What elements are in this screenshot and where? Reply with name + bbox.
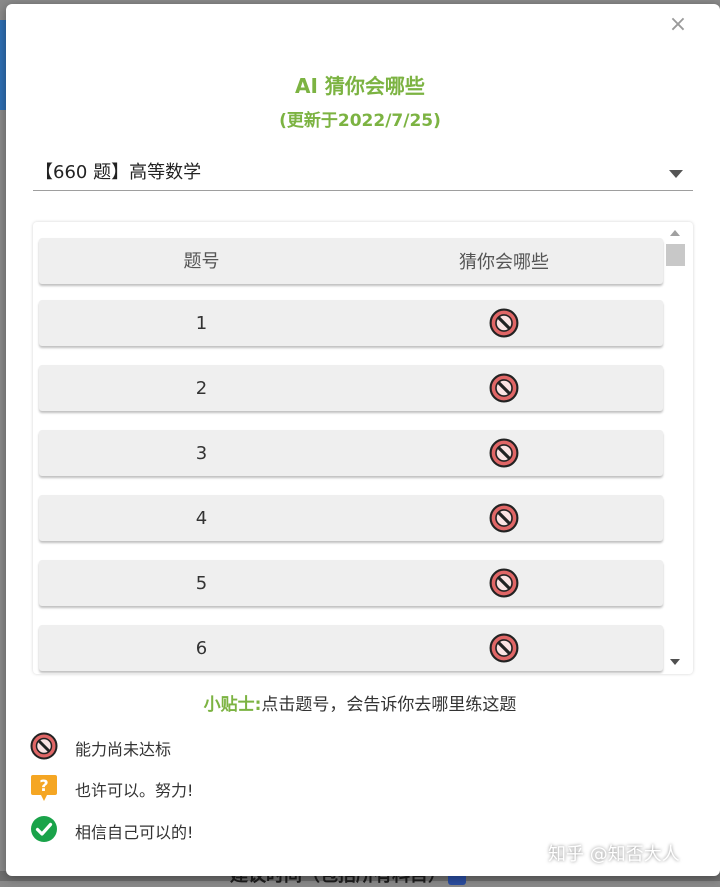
prohibited-icon xyxy=(364,300,644,346)
table-row[interactable]: 4 xyxy=(39,495,663,541)
question-number[interactable]: 1 xyxy=(39,300,364,346)
dialog-subtitle: (更新于2022/7/25) xyxy=(279,111,441,131)
table-row[interactable]: 1 xyxy=(39,300,663,346)
dialog-title: AI 猜你会哪些 xyxy=(295,74,425,98)
subject-select[interactable]: 【660 题】高等数学 xyxy=(33,150,693,191)
check-icon xyxy=(30,815,58,843)
question-number[interactable]: 4 xyxy=(39,495,364,541)
scroll-up-arrow-icon[interactable] xyxy=(670,230,680,236)
prohibited-icon xyxy=(30,732,58,760)
header-number: 题号 xyxy=(183,251,220,272)
tip-label: 小贴士: xyxy=(203,695,262,715)
table-row[interactable]: 5 xyxy=(39,560,663,606)
table-row[interactable]: 3 xyxy=(39,430,663,476)
legend-item-not-ready: 能力尚未达标 xyxy=(30,732,330,762)
tip-text: 点击题号，会告诉你去哪里练这题 xyxy=(261,695,517,715)
svg-text:?: ? xyxy=(39,776,48,795)
table-header-row: 题号 猜你会哪些 xyxy=(39,238,663,284)
legend-text: 能力尚未达标 xyxy=(75,740,172,759)
legend-text: 也许可以。努力! xyxy=(75,781,194,800)
question-number[interactable]: 3 xyxy=(39,430,364,476)
prohibited-icon xyxy=(364,430,644,476)
prohibited-icon xyxy=(364,625,644,671)
legend-item-maybe: ? 也许可以。努力! xyxy=(30,773,330,803)
prohibited-icon xyxy=(364,495,644,541)
question-number[interactable]: 6 xyxy=(39,625,364,671)
header-guess: 猜你会哪些 xyxy=(459,252,549,273)
scroll-thumb[interactable] xyxy=(666,244,685,266)
close-button[interactable]: × xyxy=(668,14,688,36)
question-table: 题号 猜你会哪些 1 2 3 4 5 6 xyxy=(33,222,693,674)
scroll-down-arrow-icon[interactable] xyxy=(670,659,680,665)
tip-line: 小贴士:点击题号，会告诉你去哪里练这题 xyxy=(0,690,720,715)
prohibited-icon xyxy=(364,560,644,606)
watermark: 知乎 @知否大人 xyxy=(548,844,680,865)
question-number[interactable]: 2 xyxy=(39,365,364,411)
question-icon: ? xyxy=(30,773,58,801)
prohibited-icon xyxy=(364,365,644,411)
chevron-down-icon xyxy=(669,170,683,178)
table-row[interactable]: 2 xyxy=(39,365,663,411)
table-scrollbar[interactable] xyxy=(664,226,688,670)
question-number[interactable]: 5 xyxy=(39,560,364,606)
legend-text: 相信自己可以的! xyxy=(75,823,194,842)
table-row[interactable]: 6 xyxy=(39,625,663,671)
subject-select-value: 【660 题】高等数学 xyxy=(35,162,202,183)
legend-item-confident: 相信自己可以的! xyxy=(30,815,330,845)
